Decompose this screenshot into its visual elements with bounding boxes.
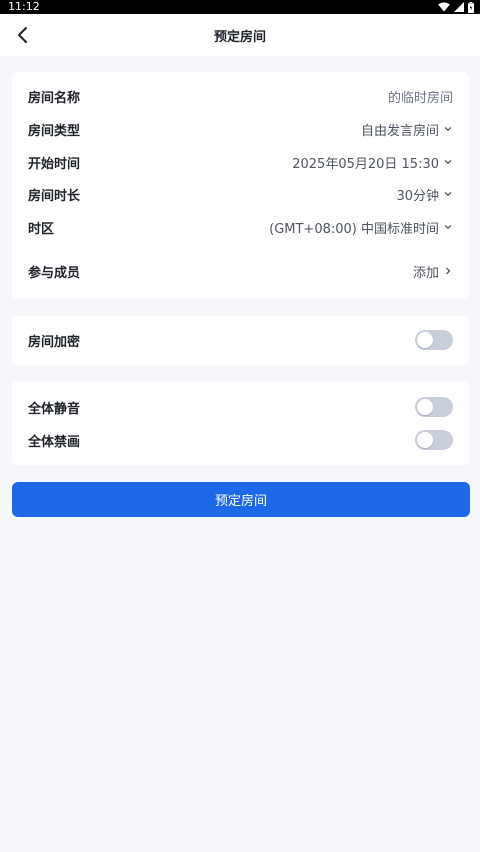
battery-icon — [468, 1, 474, 13]
toggle-knob — [417, 432, 433, 448]
room-name-label: 房间名称 — [28, 90, 81, 106]
status-time: 11:12 — [8, 0, 40, 13]
encrypt-toggle[interactable] — [415, 330, 453, 350]
duration-select[interactable]: 30分钟 — [396, 185, 453, 204]
wifi-icon — [438, 2, 450, 12]
encrypt-row: 房间加密 — [12, 326, 469, 354]
chevron-down-icon — [444, 225, 452, 229]
encryption-card: 房间加密 — [12, 316, 469, 365]
disable-video-toggle[interactable] — [415, 430, 453, 450]
room-name-value[interactable]: 的临时房间 — [388, 87, 453, 106]
controls-card: 全体静音 全体禁画 — [12, 381, 469, 465]
room-name-row[interactable]: 房间名称 的临时房间 — [12, 82, 469, 110]
chevron-down-icon — [444, 192, 452, 196]
duration-value: 30分钟 — [396, 188, 439, 204]
members-label: 参与成员 — [28, 265, 81, 281]
nav-bar: 预定房间 — [0, 14, 480, 56]
chevron-left-icon — [18, 27, 27, 43]
signal-icon — [454, 2, 464, 12]
mute-all-row: 全体静音 — [12, 393, 469, 421]
timezone-select[interactable]: (GMT+08:00) 中国标准时间 — [269, 218, 453, 237]
start-time-select[interactable]: 2025年05月20日 15:30 — [292, 153, 453, 172]
toggle-knob — [417, 399, 433, 415]
room-type-select[interactable]: 自由发言房间 — [361, 120, 453, 139]
duration-label: 房间时长 — [28, 188, 81, 204]
mute-all-toggle[interactable] — [415, 397, 453, 417]
room-info-card: 房间名称 的临时房间 房间类型 自由发言房间 开始时间 2025年05月20日 … — [12, 72, 469, 299]
start-time-value: 2025年05月20日 15:30 — [292, 156, 439, 172]
room-type-row[interactable]: 房间类型 自由发言房间 — [12, 115, 469, 143]
mute-all-label: 全体静音 — [28, 401, 81, 417]
room-type-label: 房间类型 — [28, 123, 81, 139]
disable-video-row: 全体禁画 — [12, 426, 469, 454]
add-members-button[interactable]: 添加 — [413, 262, 453, 281]
chevron-right-icon — [446, 267, 451, 275]
start-time-row[interactable]: 开始时间 2025年05月20日 15:30 — [12, 148, 469, 176]
status-icons — [438, 1, 474, 13]
encrypt-label: 房间加密 — [28, 334, 81, 350]
chevron-down-icon — [444, 160, 452, 164]
members-row[interactable]: 参与成员 添加 — [12, 257, 469, 285]
timezone-row[interactable]: 时区 (GMT+08:00) 中国标准时间 — [12, 213, 469, 241]
timezone-value: (GMT+08:00) 中国标准时间 — [269, 221, 439, 237]
timezone-label: 时区 — [28, 221, 55, 237]
chevron-down-icon — [444, 127, 452, 131]
toggle-knob — [417, 332, 433, 348]
duration-row[interactable]: 房间时长 30分钟 — [12, 180, 469, 208]
back-button[interactable] — [8, 20, 38, 50]
room-type-value: 自由发言房间 — [360, 123, 439, 139]
disable-video-label: 全体禁画 — [28, 434, 81, 450]
start-time-label: 开始时间 — [28, 156, 81, 172]
page-title: 预定房间 — [213, 29, 266, 45]
status-bar: 11:12 — [0, 0, 480, 14]
schedule-room-button[interactable]: 预定房间 — [12, 482, 470, 517]
add-members-label: 添加 — [412, 265, 439, 281]
